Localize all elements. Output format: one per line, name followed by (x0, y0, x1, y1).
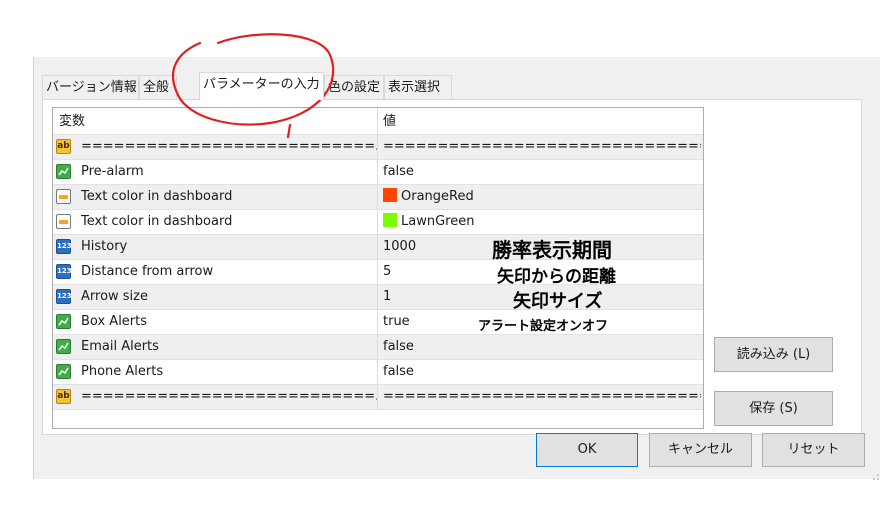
ab-string-icon: ab (56, 389, 71, 404)
table-row[interactable]: Phone Alerts false (53, 360, 703, 385)
table-row[interactable]: Text color in dashboard LawnGreen (53, 210, 703, 235)
load-button[interactable]: 読み込み (L) (714, 337, 833, 372)
grid-header: 変数 値 (53, 108, 703, 135)
annotation-arrow-size: 矢印サイズ (513, 291, 603, 312)
chart-bool-icon (56, 314, 71, 329)
cancel-button[interactable]: キャンセル (649, 433, 752, 467)
tab-display-selection[interactable]: 表示選択 (384, 75, 452, 99)
annotation-box-alerts: アラート設定オンオフ (478, 319, 609, 334)
save-button[interactable]: 保存 (S) (714, 391, 833, 426)
table-row[interactable]: ab ===========================... =======… (53, 135, 703, 160)
number-icon: 123 (56, 264, 72, 279)
table-row[interactable]: 123 Arrow size 1 (53, 285, 703, 310)
table-row[interactable]: Pre-alarm false (53, 160, 703, 185)
chart-bool-icon (56, 339, 71, 354)
table-row[interactable]: Text color in dashboard OrangeRed (53, 185, 703, 210)
reset-button[interactable]: リセット (762, 433, 865, 467)
column-header-value[interactable]: 値 (383, 108, 701, 134)
resize-grip-icon[interactable] (872, 473, 880, 481)
table-row[interactable]: Email Alerts false (53, 335, 703, 360)
color-swatch (383, 213, 397, 227)
chart-bool-icon (56, 164, 71, 179)
ok-button[interactable]: OK (536, 433, 638, 467)
annotation-history: 勝率表示期間 (492, 238, 612, 262)
number-icon: 123 (56, 289, 72, 304)
color-value[interactable]: OrangeRed (383, 185, 701, 209)
table-row[interactable]: ab ===========================... =======… (53, 385, 703, 410)
annotation-distance: 矢印からの距離 (497, 267, 616, 287)
color-swatch (383, 188, 397, 202)
chart-bool-icon (56, 364, 71, 379)
color-icon (56, 214, 71, 229)
color-value[interactable]: LawnGreen (383, 210, 701, 234)
color-icon (56, 189, 71, 204)
number-icon: 123 (56, 239, 72, 254)
tab-parameters[interactable]: パラメーターの入力 (199, 72, 324, 100)
tab-version-info[interactable]: バージョン情報 (42, 75, 139, 99)
ab-string-icon: ab (56, 139, 71, 154)
